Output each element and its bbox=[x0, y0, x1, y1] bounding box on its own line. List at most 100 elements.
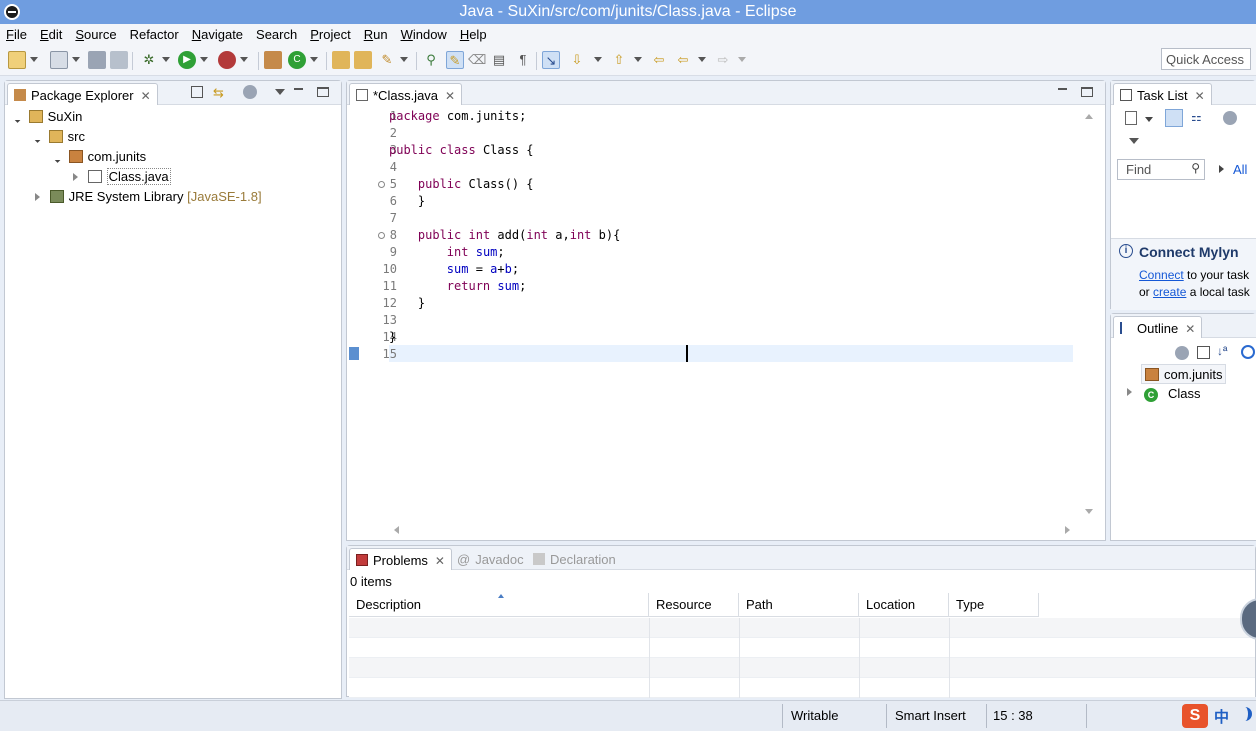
tab-task-list[interactable]: Task List ✕ bbox=[1113, 83, 1212, 105]
fold-icon[interactable] bbox=[378, 181, 385, 188]
scroll-right-icon[interactable] bbox=[1065, 526, 1071, 534]
tab-package-explorer[interactable]: Package Explorer ✕ bbox=[7, 83, 158, 105]
all-link[interactable]: All bbox=[1233, 162, 1247, 177]
focus-on-task-icon[interactable] bbox=[243, 85, 257, 99]
close-icon[interactable]: ✕ bbox=[435, 554, 445, 568]
menu-window[interactable]: Window bbox=[401, 27, 447, 42]
expand-icon[interactable] bbox=[52, 155, 61, 163]
menu-search[interactable]: Search bbox=[256, 27, 297, 42]
fold-icon[interactable] bbox=[378, 232, 385, 239]
code-line[interactable]: public int add(int a,int b){ bbox=[389, 228, 620, 242]
new-task-icon[interactable] bbox=[1125, 111, 1137, 125]
menu-refactor[interactable]: Refactor bbox=[130, 27, 179, 42]
outline-item-class[interactable]: C Class bbox=[1141, 384, 1201, 404]
categorized-icon[interactable] bbox=[1165, 109, 1183, 127]
search-dropdown-icon[interactable] bbox=[400, 57, 408, 62]
last-edit-location-icon[interactable]: ⇦ bbox=[650, 51, 668, 69]
code-line[interactable]: package com.junits; bbox=[389, 109, 526, 123]
open-task-icon[interactable] bbox=[354, 51, 372, 69]
ime-moon-icon[interactable] bbox=[1238, 707, 1252, 721]
menu-edit[interactable]: Edit bbox=[40, 27, 62, 42]
ime-mode-label[interactable]: 中 bbox=[1214, 706, 1229, 727]
menu-run[interactable]: Run bbox=[364, 27, 388, 42]
toggle-mark-occurrences-icon[interactable]: ✎ bbox=[446, 51, 464, 69]
collapse-icon[interactable] bbox=[35, 193, 40, 201]
tree-item-src[interactable]: src bbox=[32, 127, 85, 147]
show-whitespace-icon[interactable]: ▤ bbox=[490, 51, 508, 69]
scroll-left-icon[interactable] bbox=[393, 526, 399, 534]
outline-item-package[interactable]: com.junits bbox=[1141, 364, 1226, 384]
expand-icon[interactable] bbox=[1127, 388, 1132, 396]
code-line[interactable]: public class Class { bbox=[389, 143, 534, 157]
scheduled-icon[interactable]: ⚏ bbox=[1191, 110, 1207, 126]
view-menu-icon[interactable] bbox=[275, 89, 285, 95]
tree-item-project[interactable]: SuXin bbox=[12, 107, 82, 127]
new-wizard-dropdown-icon[interactable] bbox=[72, 57, 80, 62]
tree-item-package[interactable]: com.junits bbox=[52, 147, 146, 167]
tab-outline[interactable]: Outline ✕ bbox=[1113, 316, 1203, 338]
expand-icon[interactable] bbox=[1219, 165, 1224, 173]
forward-dropdown-icon[interactable] bbox=[738, 57, 746, 62]
view-menu-icon[interactable] bbox=[1129, 138, 1139, 144]
coverage-icon[interactable] bbox=[218, 51, 236, 69]
tree-item-library[interactable]: JRE System Library [JavaSE-1.8] bbox=[35, 187, 262, 207]
create-link[interactable]: create bbox=[1153, 285, 1186, 299]
next-annotation-icon[interactable]: ⇩ bbox=[568, 51, 586, 69]
find-input[interactable]: Find ⚲ bbox=[1117, 159, 1205, 180]
code-line[interactable]: int sum; bbox=[389, 245, 505, 259]
debug-dropdown-icon[interactable] bbox=[162, 57, 170, 62]
search-icon[interactable]: ✎ bbox=[378, 51, 396, 69]
forward-icon[interactable]: ⇨ bbox=[714, 51, 732, 69]
save-icon[interactable] bbox=[88, 51, 106, 69]
link-editor-icon[interactable]: ↘ bbox=[542, 51, 560, 69]
menu-file[interactable]: File bbox=[6, 27, 27, 42]
menu-source[interactable]: Source bbox=[75, 27, 116, 42]
code-line[interactable]: return sum; bbox=[389, 279, 527, 293]
close-icon[interactable]: ✕ bbox=[1195, 89, 1205, 103]
coverage-dropdown-icon[interactable] bbox=[240, 57, 248, 62]
column-header-type[interactable]: Type bbox=[949, 593, 1039, 617]
pilcrow-icon[interactable]: ¶ bbox=[514, 51, 532, 69]
close-icon[interactable]: ✕ bbox=[141, 89, 151, 103]
block-selection-icon[interactable]: ⌫ bbox=[468, 51, 486, 69]
new-class-dropdown-icon[interactable] bbox=[310, 57, 318, 62]
menu-navigate[interactable]: Navigate bbox=[192, 27, 243, 42]
scroll-down-icon[interactable] bbox=[1085, 509, 1093, 515]
close-icon[interactable]: ✕ bbox=[1185, 322, 1195, 336]
back-dropdown-icon[interactable] bbox=[698, 57, 706, 62]
tab-problems[interactable]: Problems ✕ bbox=[349, 548, 452, 570]
focus-icon[interactable] bbox=[1223, 111, 1237, 125]
vertical-scrollbar[interactable] bbox=[1083, 111, 1095, 523]
horizontal-scrollbar[interactable] bbox=[389, 524, 1079, 536]
new-wizard-icon[interactable] bbox=[50, 51, 68, 69]
tree-item-file[interactable]: Class.java bbox=[73, 167, 171, 187]
new-task-dropdown-icon[interactable] bbox=[1145, 117, 1153, 122]
code-line[interactable]: } bbox=[389, 194, 425, 208]
new-package-icon[interactable] bbox=[264, 51, 282, 69]
save-all-icon[interactable] bbox=[110, 51, 128, 69]
tab-javadoc[interactable]: @ Javadoc bbox=[457, 552, 524, 567]
connect-link[interactable]: Connect bbox=[1139, 268, 1184, 282]
previous-annotation-dropdown-icon[interactable] bbox=[634, 57, 642, 62]
minimize-icon[interactable] bbox=[1057, 87, 1069, 97]
focus-icon[interactable] bbox=[1175, 346, 1189, 360]
hide-fields-icon[interactable] bbox=[1241, 345, 1255, 359]
open-type-icon[interactable] bbox=[332, 51, 350, 69]
sort-icon[interactable]: ↓ª bbox=[1217, 344, 1227, 358]
minimize-icon[interactable] bbox=[293, 87, 305, 97]
collapse-all-icon[interactable] bbox=[191, 86, 203, 98]
sogou-ime-icon[interactable]: S bbox=[1182, 704, 1208, 728]
code-line[interactable]: } bbox=[389, 296, 425, 310]
collapse-all-icon[interactable] bbox=[1197, 346, 1210, 359]
tab-class-java[interactable]: *Class.java ✕ bbox=[349, 83, 463, 105]
column-header-resource[interactable]: Resource bbox=[649, 593, 739, 617]
collapse-icon[interactable] bbox=[73, 173, 78, 181]
scroll-up-icon[interactable] bbox=[1085, 113, 1093, 119]
new-icon[interactable] bbox=[8, 51, 26, 69]
run-icon[interactable]: ▶ bbox=[178, 51, 196, 69]
new-dropdown-icon[interactable] bbox=[30, 57, 38, 62]
new-class-icon[interactable]: C bbox=[288, 51, 306, 69]
maximize-icon[interactable] bbox=[1081, 87, 1093, 97]
expand-icon[interactable] bbox=[12, 115, 21, 123]
code-line[interactable]: } bbox=[389, 330, 396, 344]
